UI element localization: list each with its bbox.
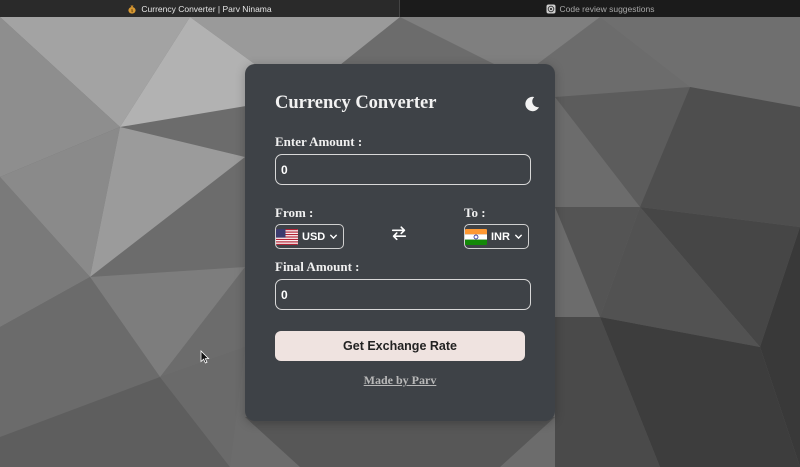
converter-card: Currency Converter Enter Amount : 0 From…	[245, 64, 555, 421]
tab-currency-converter[interactable]: $ Currency Converter | Parv Ninama	[0, 0, 400, 17]
svg-text:$: $	[131, 8, 134, 14]
chevron-down-icon	[514, 234, 523, 240]
from-label: From :	[275, 205, 314, 220]
moon-icon[interactable]	[523, 95, 541, 113]
to-currency-select[interactable]: INR	[464, 224, 529, 249]
get-exchange-rate-button[interactable]: Get Exchange Rate	[275, 331, 525, 361]
india-flag-icon	[465, 228, 487, 245]
made-by-link[interactable]: Made by Parv	[245, 373, 555, 388]
to-label: To :	[464, 205, 486, 220]
us-flag-icon	[276, 228, 298, 245]
mouse-cursor-icon	[200, 350, 210, 364]
chevron-down-icon	[330, 234, 338, 240]
amount-input[interactable]: 0	[275, 154, 531, 185]
from-currency-value: USD	[302, 230, 326, 243]
from-currency-select[interactable]: USD	[275, 224, 345, 249]
page-title: Currency Converter	[275, 93, 437, 113]
final-amount-label: Final Amount :	[275, 259, 360, 274]
to-currency-value: INR	[491, 230, 510, 243]
openai-icon	[546, 4, 555, 13]
tab-label: Currency Converter | Parv Ninama	[141, 3, 272, 14]
browser-tab-bar: $ Currency Converter | Parv Ninama Code …	[0, 0, 800, 17]
tab-code-review[interactable]: Code review suggestions	[400, 0, 800, 17]
tab-label: Code review suggestions	[559, 3, 655, 14]
money-bag-icon: $	[128, 5, 136, 14]
amount-label: Enter Amount :	[275, 134, 363, 149]
final-amount-output[interactable]: 0	[275, 279, 531, 310]
swap-arrows-icon[interactable]	[390, 224, 408, 242]
